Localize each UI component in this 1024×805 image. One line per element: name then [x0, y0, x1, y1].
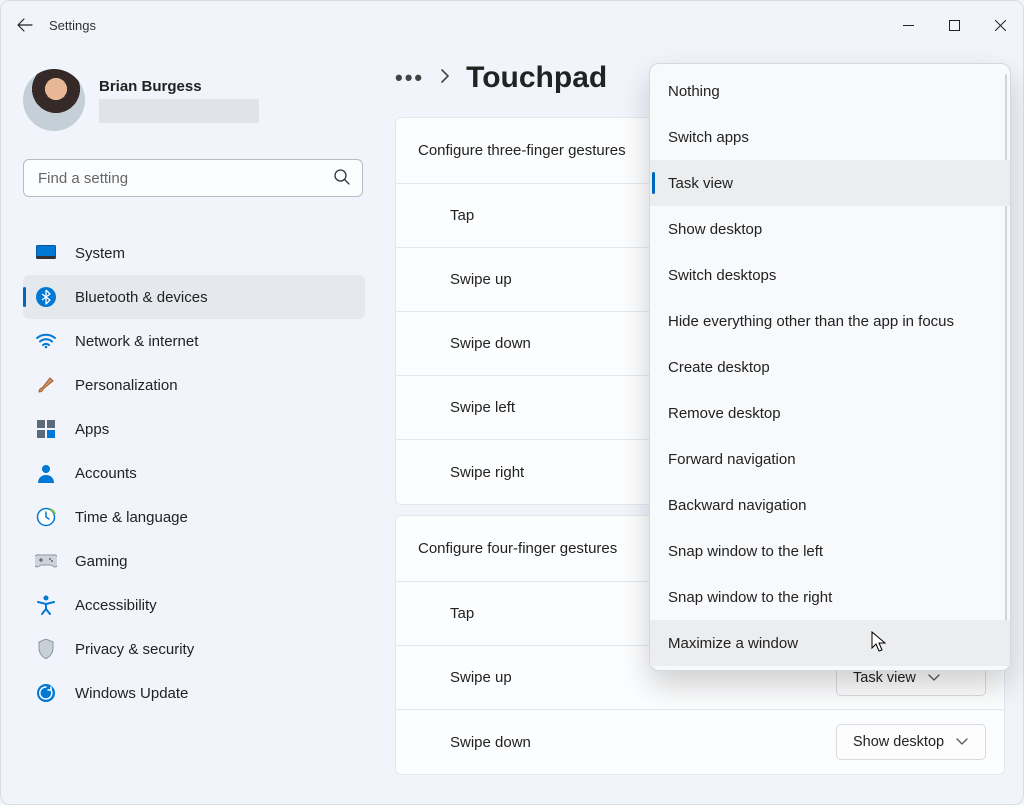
sidebar-item-label: Time & language: [75, 509, 188, 526]
dd-item-backward-nav[interactable]: Backward navigation: [650, 482, 1010, 528]
bluetooth-icon: [35, 286, 57, 308]
sidebar-item-label: Gaming: [75, 553, 128, 570]
app-title: Settings: [49, 18, 96, 33]
profile[interactable]: Brian Burgess: [23, 69, 365, 131]
sidebar-item-bluetooth[interactable]: Bluetooth & devices: [23, 275, 365, 319]
sidebar-item-label: Accounts: [75, 465, 137, 482]
search-box[interactable]: [23, 159, 363, 197]
close-button[interactable]: [977, 6, 1023, 44]
page-title: Touchpad: [466, 61, 607, 95]
sidebar-item-label: Apps: [75, 421, 109, 438]
breadcrumb-more-button[interactable]: •••: [395, 65, 424, 91]
dd-item-maximize[interactable]: Maximize a window: [650, 620, 1010, 666]
sidebar-item-accounts[interactable]: Accounts: [23, 451, 365, 495]
sidebar-item-system[interactable]: System: [23, 231, 365, 275]
titlebar: Settings: [1, 1, 1023, 49]
minimize-icon: [903, 20, 914, 31]
back-button[interactable]: [1, 1, 49, 49]
sidebar-item-label: Network & internet: [75, 333, 198, 350]
search-input[interactable]: [23, 159, 363, 197]
sidebar-item-time[interactable]: Time & language: [23, 495, 365, 539]
row-label: Tap: [450, 207, 474, 224]
chevron-down-icon: [928, 670, 940, 686]
maximize-icon: [949, 20, 960, 31]
shield-icon: [35, 638, 57, 660]
row-label: Tap: [450, 605, 474, 622]
row-label: Swipe up: [450, 271, 512, 288]
sidebar-item-apps[interactable]: Apps: [23, 407, 365, 451]
sidebar-item-label: Accessibility: [75, 597, 157, 614]
user-name: Brian Burgess: [99, 78, 259, 95]
close-icon: [995, 20, 1006, 31]
row-label: Swipe right: [450, 464, 524, 481]
dd-item-hide-others[interactable]: Hide everything other than the app in fo…: [650, 298, 1010, 344]
dd-item-task-view[interactable]: Task view: [650, 160, 1010, 206]
sidebar-item-label: Windows Update: [75, 685, 188, 702]
chevron-right-icon: [440, 69, 450, 88]
dd-item-create-desktop[interactable]: Create desktop: [650, 344, 1010, 390]
row-label: Swipe up: [450, 669, 512, 686]
dd-item-snap-left[interactable]: Snap window to the left: [650, 528, 1010, 574]
dd-item-show-desktop[interactable]: Show desktop: [650, 206, 1010, 252]
sidebar-item-label: Personalization: [75, 377, 178, 394]
gamepad-icon: [35, 550, 57, 572]
accessibility-icon: [35, 594, 57, 616]
sidebar-item-privacy[interactable]: Privacy & security: [23, 627, 365, 671]
dd-item-switch-apps[interactable]: Switch apps: [650, 114, 1010, 160]
arrow-left-icon: [17, 17, 33, 33]
clock-icon: [35, 506, 57, 528]
row-label: Swipe down: [450, 335, 531, 352]
dd-item-nothing[interactable]: Nothing: [650, 68, 1010, 114]
dd-item-switch-desktops[interactable]: Switch desktops: [650, 252, 1010, 298]
system-icon: [35, 242, 57, 264]
row-label: Swipe down: [450, 734, 531, 751]
sidebar-item-label: Bluetooth & devices: [75, 289, 208, 306]
dd-item-remove-desktop[interactable]: Remove desktop: [650, 390, 1010, 436]
gesture-row-swipe-down4: Swipe down Show desktop: [396, 710, 1004, 774]
wifi-icon: [35, 330, 57, 352]
window-controls: [885, 6, 1023, 44]
search-icon: [333, 168, 351, 186]
combo-value: Show desktop: [853, 734, 944, 750]
combo-value: Task view: [853, 670, 916, 686]
sidebar: Brian Burgess System Bluetooth & devices…: [1, 49, 381, 715]
row-label: Swipe left: [450, 399, 515, 416]
gesture-dropdown[interactable]: Nothing Switch apps Task view Show deskt…: [649, 63, 1011, 671]
minimize-button[interactable]: [885, 6, 931, 44]
person-icon: [35, 462, 57, 484]
apps-icon: [35, 418, 57, 440]
user-email-hidden: [99, 99, 259, 123]
sidebar-item-label: Privacy & security: [75, 641, 194, 658]
dd-item-forward-nav[interactable]: Forward navigation: [650, 436, 1010, 482]
nav: System Bluetooth & devices Network & int…: [23, 231, 365, 715]
sidebar-item-accessibility[interactable]: Accessibility: [23, 583, 365, 627]
sidebar-item-label: System: [75, 245, 125, 262]
sidebar-item-update[interactable]: Windows Update: [23, 671, 365, 715]
chevron-down-icon: [956, 734, 968, 750]
sidebar-item-network[interactable]: Network & internet: [23, 319, 365, 363]
maximize-button[interactable]: [931, 6, 977, 44]
swipedown4-combo[interactable]: Show desktop: [836, 724, 986, 760]
sidebar-item-gaming[interactable]: Gaming: [23, 539, 365, 583]
brush-icon: [35, 374, 57, 396]
dd-item-snap-right[interactable]: Snap window to the right: [650, 574, 1010, 620]
avatar: [23, 69, 85, 131]
update-icon: [35, 682, 57, 704]
sidebar-item-personalization[interactable]: Personalization: [23, 363, 365, 407]
